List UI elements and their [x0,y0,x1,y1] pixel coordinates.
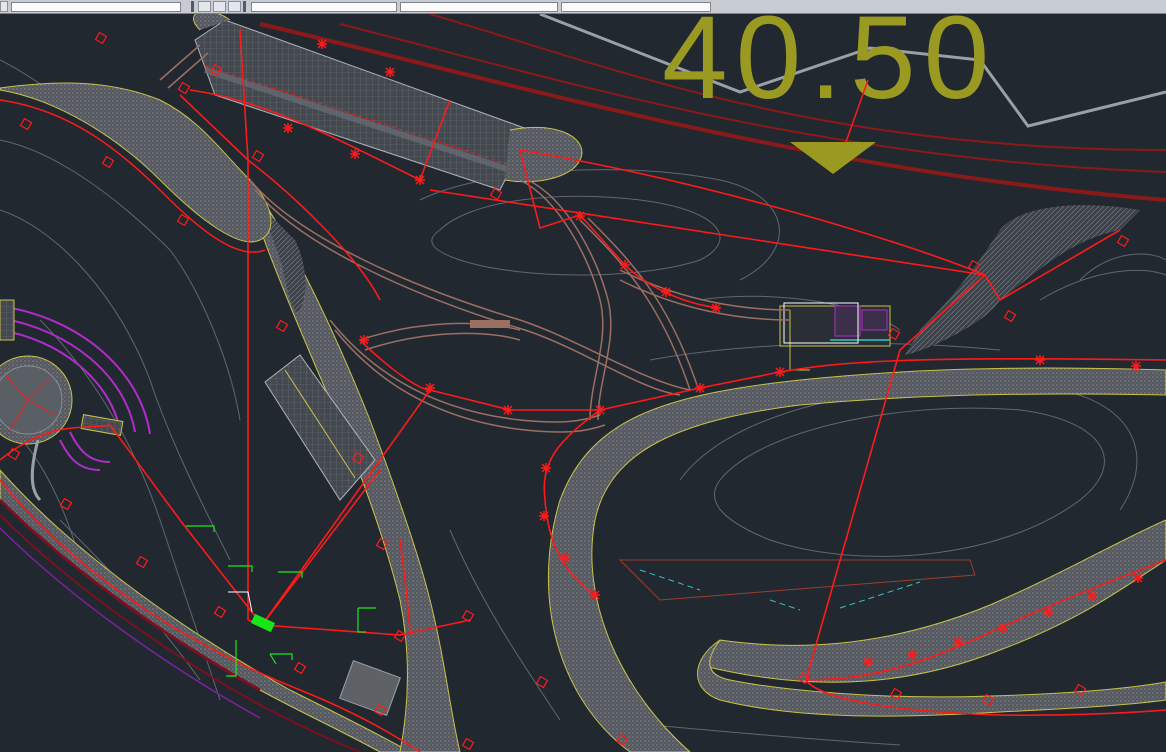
toolbar-field-a[interactable] [11,1,181,12]
toolbar-separator-2 [243,1,246,12]
toolbar-separator [191,1,194,12]
path-bridge [470,320,510,328]
toolbar-button-left[interactable] [0,1,8,12]
elevation-text[interactable]: 40.50 [662,14,997,124]
cad-toolbar [0,0,1166,14]
color-dropdown[interactable] [251,1,397,12]
drawing-canvas[interactable]: 40.50 [0,14,1166,752]
layer-previous-icon[interactable] [213,1,226,12]
layer-walk-icon[interactable] [228,1,241,12]
linetype-dropdown[interactable] [400,1,558,12]
lineweight-dropdown[interactable] [561,1,711,12]
layer-state-icon[interactable] [198,1,211,12]
